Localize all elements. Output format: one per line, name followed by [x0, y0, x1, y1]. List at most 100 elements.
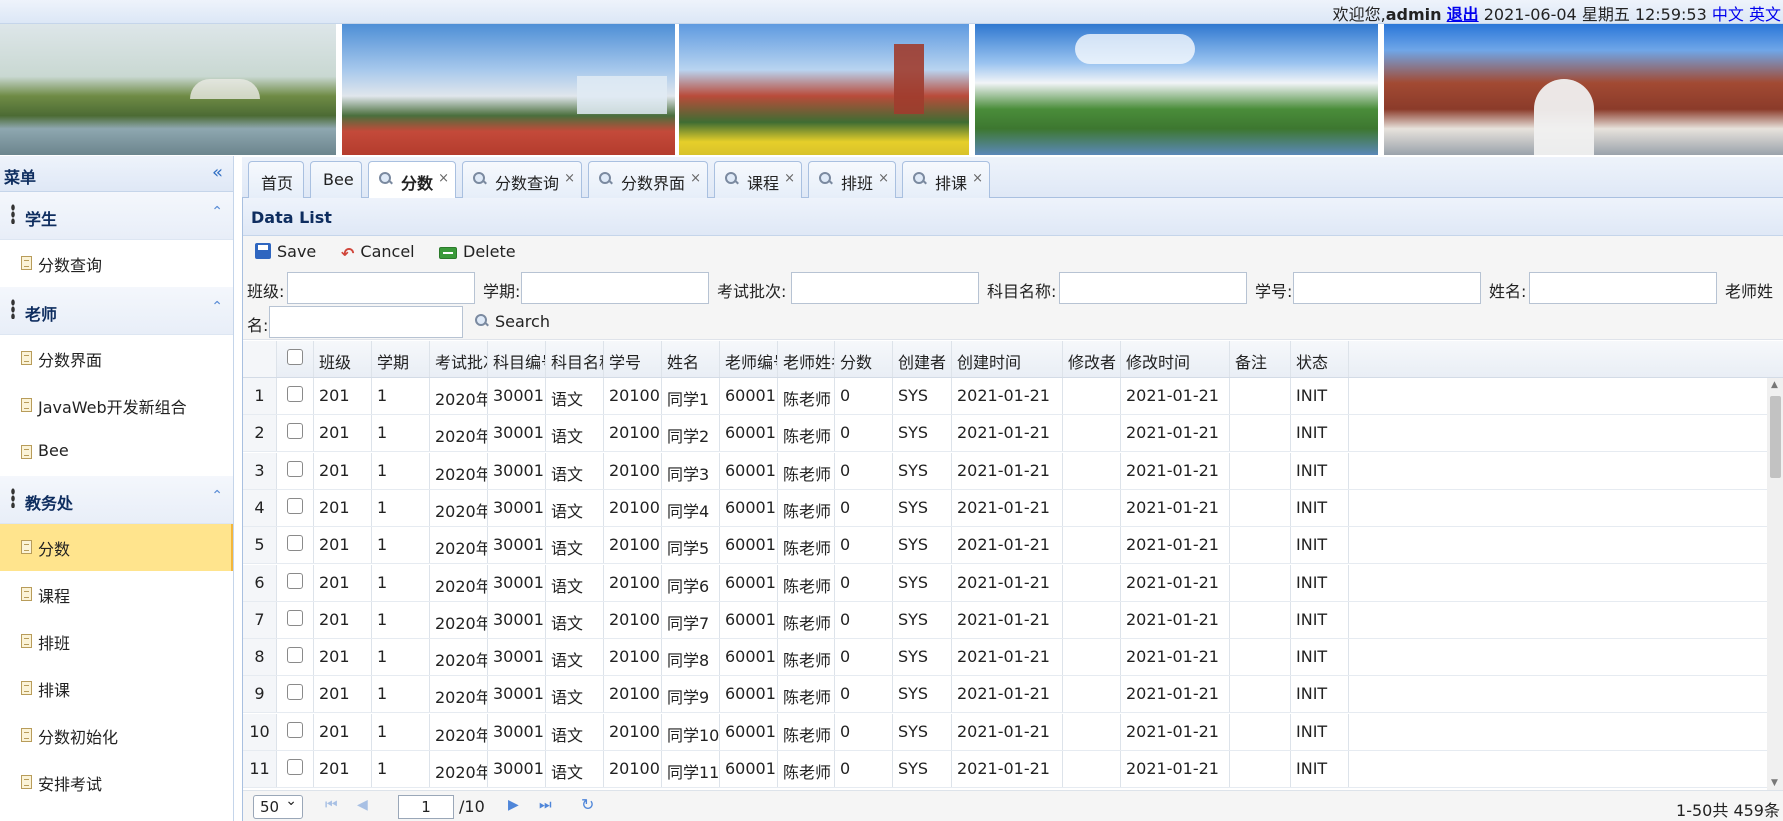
cell-modifier[interactable]: [1063, 601, 1121, 638]
exam-batch-input[interactable]: [791, 272, 979, 304]
cell-subject-no[interactable]: 30001: [488, 378, 546, 414]
cell-modifier[interactable]: [1063, 564, 1121, 601]
tab-bee[interactable]: Bee: [310, 161, 362, 198]
cell-subject-no[interactable]: 30001: [488, 415, 546, 452]
column-header-term[interactable]: 学期: [372, 341, 430, 377]
cell-remark[interactable]: [1230, 601, 1291, 638]
cell-teacher-no[interactable]: 60001: [720, 751, 778, 787]
column-header-teacher-name[interactable]: 老师姓名: [778, 341, 835, 377]
row-checkbox[interactable]: [287, 535, 303, 552]
cell-status[interactable]: INIT: [1291, 378, 1349, 414]
row-checkbox[interactable]: [287, 572, 303, 589]
table-row[interactable]: 5 201 1 2020年 30001 语文 20100 同学5 60001 陈老师 0 SYS 202…: [243, 527, 1783, 565]
cell-term[interactable]: 1: [372, 713, 430, 750]
menu-group-teacher[interactable]: 老师 ⌃: [0, 287, 233, 335]
row-checkbox[interactable]: [287, 423, 303, 440]
menu-group-academic-office[interactable]: 教务处 ⌃: [0, 476, 233, 524]
table-row[interactable]: 8 201 1 2020年 30001 语文 20100 同学8 60001 陈老师 0 SYS 202…: [243, 639, 1783, 677]
cell-subject-no[interactable]: 30001: [488, 527, 546, 564]
column-header-creator[interactable]: 创建者: [893, 341, 952, 377]
cell-created-time[interactable]: 2021-01-21: [952, 415, 1063, 452]
cell-exam-batch[interactable]: 2020年: [430, 676, 488, 713]
table-row[interactable]: 10 201 1 2020年 30001 语文 20100 同学10 60001 陈老师 0 SYS 2…: [243, 713, 1783, 751]
tab-course[interactable]: 课程 ×: [714, 161, 802, 198]
cell-class[interactable]: 201: [314, 452, 372, 489]
column-header-modified-time[interactable]: 修改时间: [1121, 341, 1230, 377]
cell-exam-batch[interactable]: 2020年: [430, 713, 488, 750]
cell-score[interactable]: 0: [835, 676, 893, 713]
page-number-input[interactable]: 1: [398, 795, 454, 819]
cell-teacher-name[interactable]: 陈老师: [778, 527, 835, 564]
sidebar-item-javaweb[interactable]: JavaWeb开发新组合: [0, 382, 233, 429]
row-checkbox-cell[interactable]: [277, 564, 314, 601]
cell-teacher-name[interactable]: 陈老师: [778, 601, 835, 638]
cell-subject-no[interactable]: 30001: [488, 713, 546, 750]
row-checkbox[interactable]: [287, 460, 303, 477]
cell-term[interactable]: 1: [372, 564, 430, 601]
cell-remark[interactable]: [1230, 527, 1291, 564]
close-icon[interactable]: ×: [972, 171, 983, 186]
close-icon[interactable]: ×: [784, 171, 795, 186]
cell-remark[interactable]: [1230, 489, 1291, 526]
row-checkbox[interactable]: [287, 721, 303, 738]
cell-teacher-no[interactable]: 60001: [720, 564, 778, 601]
cell-score[interactable]: 0: [835, 415, 893, 452]
sidebar-item-score-init[interactable]: 分数初始化: [0, 712, 233, 759]
cell-created-time[interactable]: 2021-01-21: [952, 713, 1063, 750]
cell-class[interactable]: 201: [314, 527, 372, 564]
table-row[interactable]: 1 201 1 2020年 30001 语文 20100 同学1 60001 陈老师 0 SYS 202…: [243, 378, 1783, 415]
cell-teacher-name[interactable]: 陈老师: [778, 751, 835, 787]
cell-teacher-no[interactable]: 60001: [720, 639, 778, 676]
column-header-student-name[interactable]: 姓名: [662, 341, 720, 377]
subject-name-input[interactable]: [1059, 272, 1247, 304]
cell-creator[interactable]: SYS: [893, 489, 952, 526]
cell-creator[interactable]: SYS: [893, 601, 952, 638]
last-page-icon[interactable]: ⏭: [539, 797, 552, 813]
cell-modified-time[interactable]: 2021-01-21: [1121, 676, 1230, 713]
cell-student-name[interactable]: 同学5: [662, 527, 720, 564]
column-header-created-time[interactable]: 创建时间: [952, 341, 1063, 377]
sidebar-item-score-query[interactable]: 分数查询: [0, 240, 233, 287]
cell-student-name[interactable]: 同学2: [662, 415, 720, 452]
close-icon[interactable]: ×: [690, 171, 701, 186]
cell-subject-name[interactable]: 语文: [546, 601, 604, 638]
delete-button[interactable]: Delete: [439, 242, 516, 261]
cell-student-name[interactable]: 同学11: [662, 751, 720, 787]
tab-schedule[interactable]: 排课 ×: [902, 161, 990, 198]
cell-remark[interactable]: [1230, 452, 1291, 489]
row-checkbox-cell[interactable]: [277, 639, 314, 676]
cell-teacher-name[interactable]: 陈老师: [778, 639, 835, 676]
cell-teacher-name[interactable]: 陈老师: [778, 378, 835, 414]
cell-subject-no[interactable]: 30001: [488, 564, 546, 601]
cell-term[interactable]: 1: [372, 751, 430, 787]
cell-term[interactable]: 1: [372, 676, 430, 713]
cell-subject-name[interactable]: 语文: [546, 564, 604, 601]
cell-created-time[interactable]: 2021-01-21: [952, 601, 1063, 638]
column-header-score[interactable]: 分数: [835, 341, 893, 377]
cell-student-name[interactable]: 同学4: [662, 489, 720, 526]
prev-page-icon[interactable]: ◀: [357, 797, 368, 813]
scroll-up-icon[interactable]: ▲: [1771, 380, 1778, 390]
cell-modifier[interactable]: [1063, 676, 1121, 713]
cell-subject-name[interactable]: 语文: [546, 415, 604, 452]
cell-student-no[interactable]: 20100: [604, 601, 662, 638]
tab-class-arrange[interactable]: 排班 ×: [808, 161, 896, 198]
column-header-remark[interactable]: 备注: [1230, 341, 1291, 377]
cell-exam-batch[interactable]: 2020年: [430, 452, 488, 489]
cell-creator[interactable]: SYS: [893, 415, 952, 452]
cell-modified-time[interactable]: 2021-01-21: [1121, 564, 1230, 601]
chevron-up-icon[interactable]: ⌃: [211, 204, 223, 220]
cell-modified-time[interactable]: 2021-01-21: [1121, 713, 1230, 750]
next-page-icon[interactable]: ▶: [508, 797, 519, 813]
cell-modified-time[interactable]: 2021-01-21: [1121, 751, 1230, 787]
column-header-class[interactable]: 班级: [314, 341, 372, 377]
student-no-input[interactable]: [1293, 272, 1481, 304]
cell-score[interactable]: 0: [835, 564, 893, 601]
scrollbar-thumb[interactable]: [1770, 396, 1781, 478]
cell-subject-no[interactable]: 30001: [488, 639, 546, 676]
sidebar-item-score[interactable]: 分数: [0, 524, 233, 571]
cell-creator[interactable]: SYS: [893, 452, 952, 489]
class-input[interactable]: [287, 272, 475, 304]
cell-status[interactable]: INIT: [1291, 564, 1349, 601]
cell-teacher-no[interactable]: 60001: [720, 676, 778, 713]
